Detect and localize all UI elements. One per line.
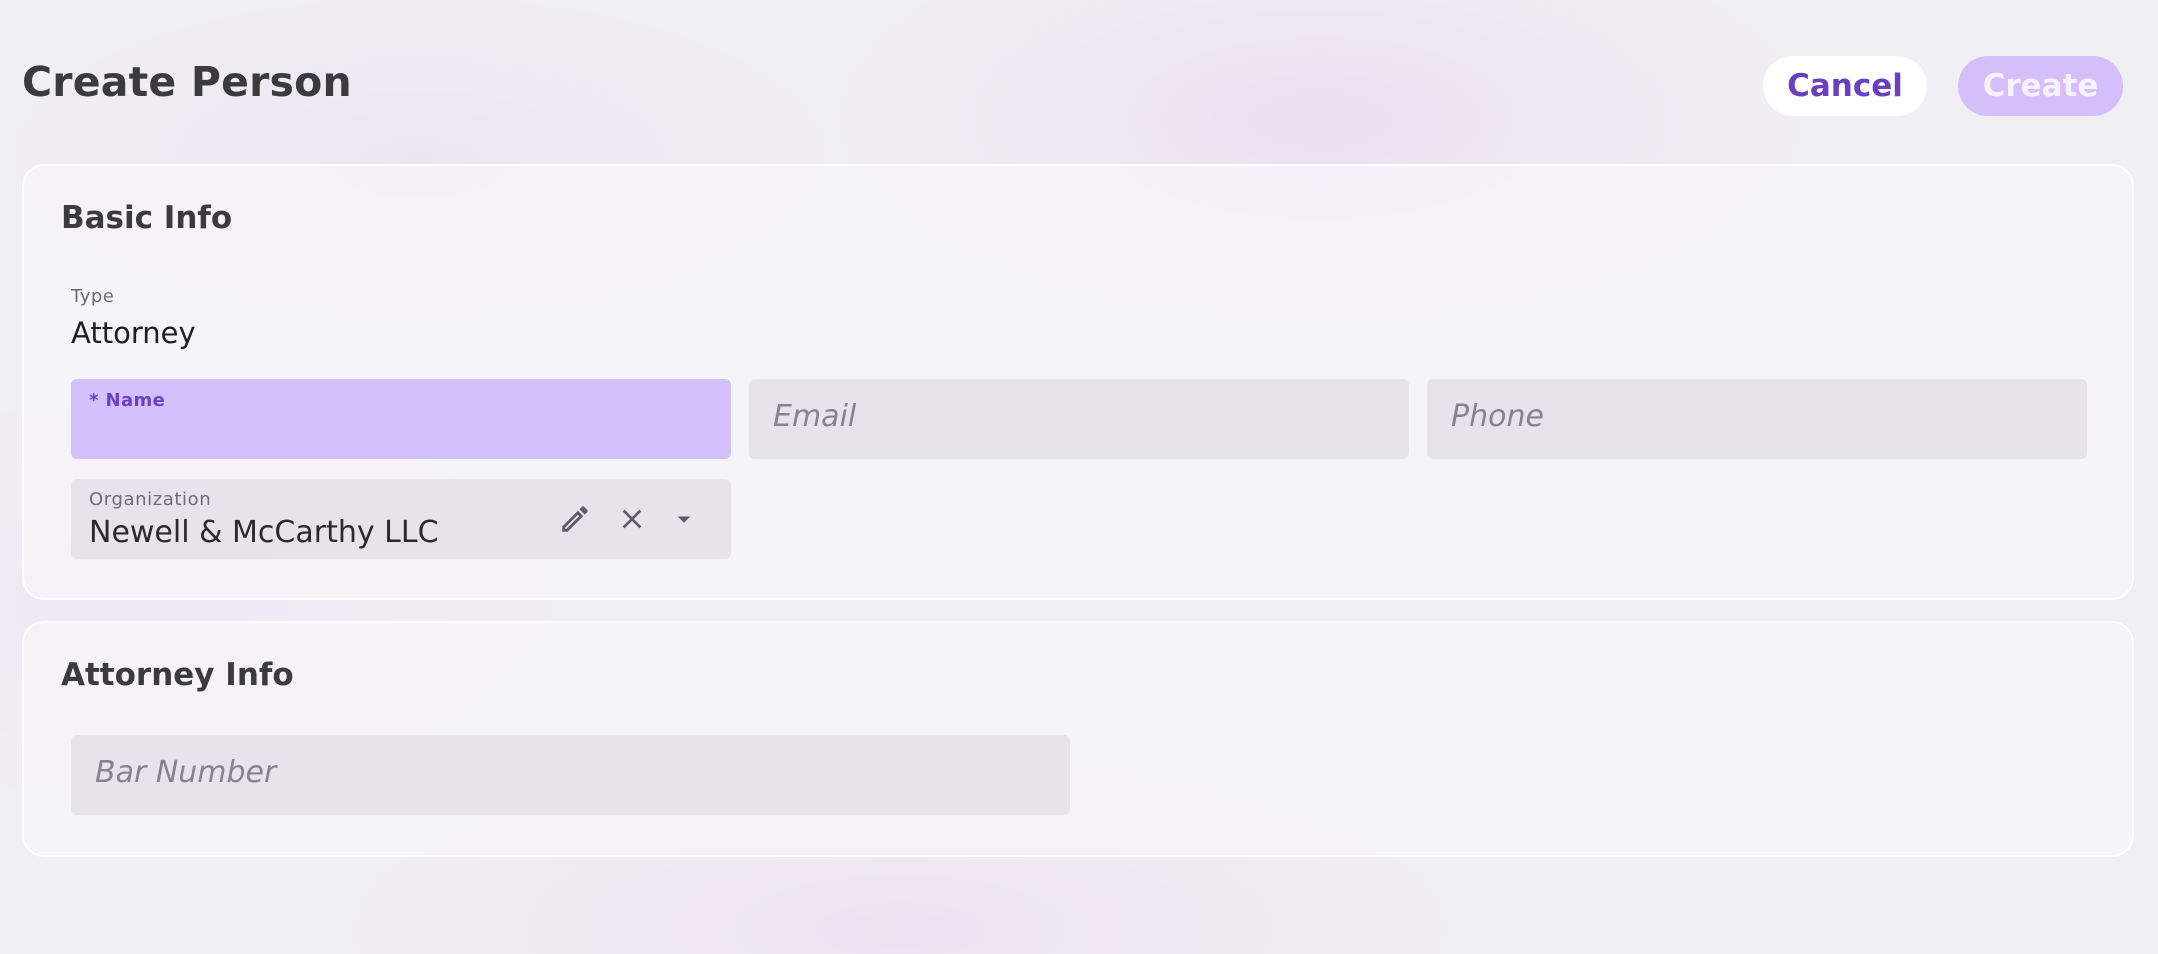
name-field-label: * Name [89, 390, 166, 411]
cancel-button[interactable]: Cancel [1763, 56, 1927, 116]
basic-info-card: Basic Info Type Attorney * Name Email Ph… [22, 164, 2134, 600]
attorney-info-title: Attorney Info [61, 657, 294, 693]
phone-field[interactable]: Phone [1427, 379, 2087, 459]
type-label: Type [71, 286, 115, 307]
organization-field[interactable]: Organization Newell & McCarthy LLC [71, 479, 731, 559]
organization-field-value: Newell & McCarthy LLC [89, 515, 439, 550]
close-icon[interactable] [610, 497, 654, 541]
pencil-icon[interactable] [553, 497, 597, 541]
organization-field-label: Organization [89, 489, 212, 510]
name-field[interactable]: * Name [71, 379, 731, 459]
email-field-placeholder: Email [773, 399, 857, 434]
bar-number-field-placeholder: Bar Number [95, 755, 277, 790]
basic-info-title: Basic Info [61, 200, 233, 236]
create-button[interactable]: Create [1958, 56, 2123, 116]
page-title: Create Person [22, 58, 352, 106]
caret-down-icon[interactable] [662, 497, 706, 541]
email-field[interactable]: Email [749, 379, 1409, 459]
type-value: Attorney [71, 316, 196, 350]
bar-number-field[interactable]: Bar Number [71, 735, 1070, 815]
phone-field-placeholder: Phone [1451, 399, 1544, 434]
attorney-info-card: Attorney Info Bar Number [22, 621, 2134, 857]
